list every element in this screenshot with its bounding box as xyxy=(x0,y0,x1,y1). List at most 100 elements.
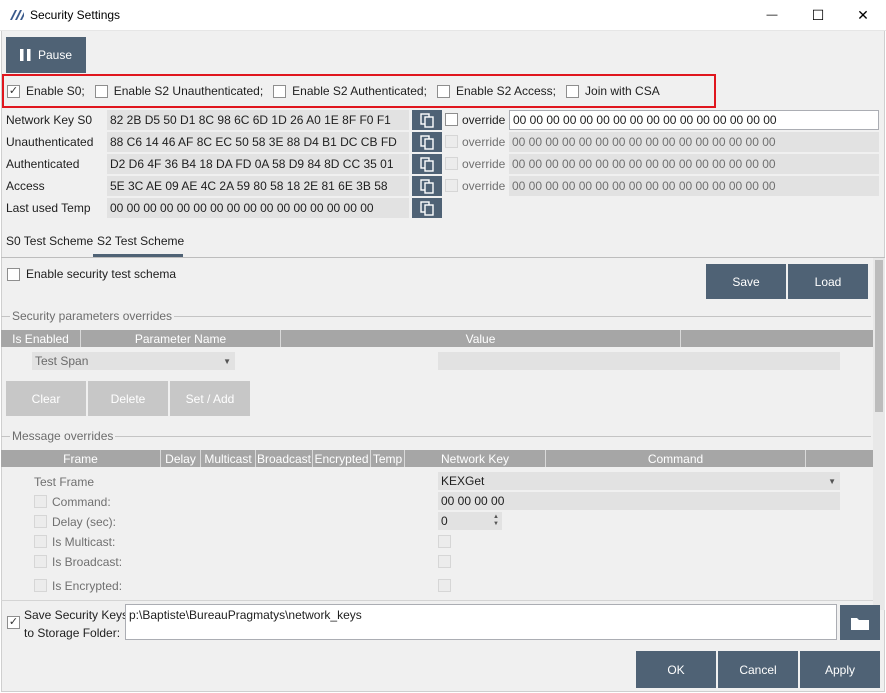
save-button[interactable]: Save xyxy=(706,264,786,299)
copy-icon xyxy=(420,134,434,150)
copy-button[interactable] xyxy=(412,198,442,218)
column-header: Value xyxy=(281,330,681,347)
column-header: Encrypted xyxy=(313,450,371,467)
enable-s2-unauth-option[interactable]: Enable S2 Unauthenticated; xyxy=(94,84,264,98)
broadcast-value-checkbox[interactable] xyxy=(438,555,451,568)
folder-icon xyxy=(851,617,869,630)
multicast-label: Is Multicast: xyxy=(52,535,116,549)
override-s0-input[interactable]: 00 00 00 00 00 00 00 00 00 00 00 00 00 0… xyxy=(509,110,879,130)
parameter-value-input[interactable] xyxy=(438,352,840,370)
enable-s2-access-label: Enable S2 Access; xyxy=(455,84,557,98)
join-csa-option[interactable]: Join with CSA xyxy=(566,84,660,98)
multicast-value-checkbox[interactable] xyxy=(438,535,451,548)
command-checkbox[interactable] xyxy=(34,495,47,508)
section-divider xyxy=(1,436,871,437)
maximize-icon: ☐ xyxy=(811,6,825,23)
enable-s2-access-checkbox[interactable] xyxy=(436,84,450,98)
apply-button[interactable]: Apply xyxy=(800,651,880,688)
enable-s0-label: Enable S0; xyxy=(26,84,85,98)
override-auth-label: override xyxy=(462,157,506,171)
clear-button[interactable]: Clear xyxy=(6,381,86,416)
tab-s0-test-scheme[interactable]: S0 Test Scheme xyxy=(6,234,93,248)
column-header: Parameter Name xyxy=(81,330,281,347)
storage-folder-input[interactable]: p:\Baptiste\BureauPragmatys\network_keys xyxy=(125,604,837,640)
column-header: Command xyxy=(546,450,806,467)
copy-button[interactable] xyxy=(412,176,442,196)
multicast-checkbox[interactable] xyxy=(34,535,47,548)
message-overrides-title: Message overrides xyxy=(10,429,116,443)
column-header: Frame xyxy=(1,450,161,467)
enable-s2-unauth-checkbox[interactable] xyxy=(94,84,108,98)
copy-icon xyxy=(420,112,434,128)
scrollbar-thumb[interactable] xyxy=(875,260,883,412)
close-icon: ✕ xyxy=(857,6,869,23)
enable-schema-checkbox[interactable] xyxy=(7,267,20,281)
delay-checkbox[interactable] xyxy=(34,515,47,528)
enable-s2-unauth-label: Enable S2 Unauthenticated; xyxy=(113,84,264,98)
message-overrides-header: Frame Delay Multicast Broadcast Encrypte… xyxy=(1,450,873,467)
copy-icon xyxy=(420,156,434,172)
chevron-down-icon: ▼ xyxy=(828,476,836,486)
delay-label: Delay (sec): xyxy=(52,515,117,529)
enable-schema-option[interactable]: Enable security test schema xyxy=(7,267,176,281)
tab-s2-test-scheme[interactable]: S2 Test Scheme xyxy=(97,234,184,248)
override-s0-checkbox[interactable] xyxy=(445,113,458,126)
enable-s2-auth-option[interactable]: Enable S2 Authenticated; xyxy=(273,84,427,98)
access-label: Access xyxy=(6,179,45,193)
maximize-button[interactable]: ☐ xyxy=(795,0,841,30)
close-button[interactable]: ✕ xyxy=(840,0,886,30)
save-keys-label-line1: Save Security Keys xyxy=(24,608,129,622)
override-unauth-checkbox[interactable] xyxy=(445,135,458,148)
window-title: Security Settings xyxy=(30,8,121,22)
override-auth-checkbox[interactable] xyxy=(445,157,458,170)
broadcast-checkbox[interactable] xyxy=(34,555,47,568)
override-unauth-input[interactable]: 00 00 00 00 00 00 00 00 00 00 00 00 00 0… xyxy=(509,132,879,152)
minimize-button[interactable]: — xyxy=(749,0,795,30)
enable-s2-auth-label: Enable S2 Authenticated; xyxy=(292,84,427,98)
enable-schema-label: Enable security test schema xyxy=(26,267,177,281)
join-csa-checkbox[interactable] xyxy=(566,84,580,98)
test-frame-select[interactable]: KEXGet ▼ xyxy=(438,472,840,490)
copy-button[interactable] xyxy=(412,110,442,130)
cancel-button[interactable]: Cancel xyxy=(718,651,798,688)
save-keys-checkbox[interactable]: ✓ xyxy=(7,616,20,629)
column-header: Is Enabled xyxy=(1,330,81,347)
enable-s0-option[interactable]: ✓ Enable S0; xyxy=(7,84,85,98)
enable-s0-checkbox[interactable]: ✓ xyxy=(7,84,20,98)
set-add-button[interactable]: Set / Add xyxy=(170,381,250,416)
parameter-name-select[interactable]: Test Span ▼ xyxy=(32,352,235,370)
override-access-label: override xyxy=(462,179,506,193)
enable-s2-auth-checkbox[interactable] xyxy=(273,84,287,98)
title-bar: Security Settings — ☐ ✕ xyxy=(0,0,886,31)
encrypted-checkbox[interactable] xyxy=(34,579,47,592)
enable-s2-access-option[interactable]: Enable S2 Access; xyxy=(436,84,557,98)
pause-button[interactable]: Pause xyxy=(6,37,86,73)
browse-folder-button[interactable] xyxy=(840,605,880,640)
unauthenticated-key-value: 88 C6 14 46 AF 8C EC 50 58 3E 88 D4 B1 D… xyxy=(107,132,409,152)
security-params-header: Is Enabled Parameter Name Value xyxy=(1,330,873,347)
override-access-checkbox[interactable] xyxy=(445,179,458,192)
load-button[interactable]: Load xyxy=(788,264,868,299)
access-key-value: 5E 3C AE 09 AE 4C 2A 59 80 58 18 2E 81 6… xyxy=(107,176,409,196)
stepper-arrows-icon[interactable]: ▲ ▼ xyxy=(493,514,499,528)
divider xyxy=(1,600,873,601)
encrypted-value-checkbox[interactable] xyxy=(438,579,451,592)
ok-button[interactable]: OK xyxy=(636,651,716,688)
security-params-title: Security parameters overrides xyxy=(10,309,175,323)
minimize-icon: — xyxy=(766,9,778,21)
column-header-empty xyxy=(806,450,873,467)
delete-button[interactable]: Delete xyxy=(88,381,168,416)
copy-button[interactable] xyxy=(412,132,442,152)
delay-stepper[interactable]: 0 ▲ ▼ xyxy=(438,512,502,530)
command-label: Command: xyxy=(52,495,111,509)
test-frame-label: Test Frame xyxy=(34,475,95,489)
pause-icon xyxy=(19,49,31,61)
override-access-input[interactable]: 00 00 00 00 00 00 00 00 00 00 00 00 00 0… xyxy=(509,176,879,196)
last-used-temp-label: Last used Temp xyxy=(6,201,91,215)
copy-button[interactable] xyxy=(412,154,442,174)
save-keys-label-line2: to Storage Folder: xyxy=(24,626,121,640)
unauthenticated-label: Unauthenticated xyxy=(6,135,94,149)
command-input[interactable]: 00 00 00 00 xyxy=(438,492,840,510)
override-auth-input[interactable]: 00 00 00 00 00 00 00 00 00 00 00 00 00 0… xyxy=(509,154,879,174)
authenticated-key-value: D2 D6 4F 36 B4 18 DA FD 0A 58 D9 84 8D C… xyxy=(107,154,409,174)
